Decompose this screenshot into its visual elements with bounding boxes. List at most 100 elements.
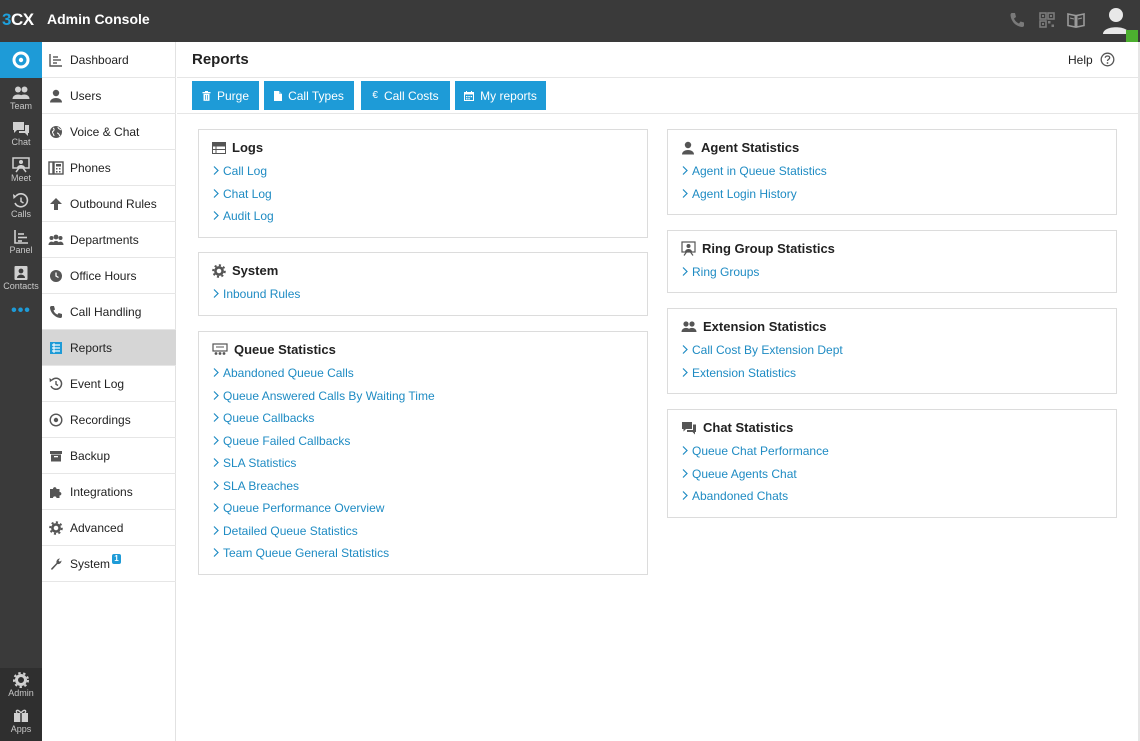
purge-button[interactable]: Purge (192, 81, 259, 110)
queue-statistics-title-text: Queue Statistics (234, 342, 336, 357)
logo-cx: CX (10, 10, 34, 29)
call-costs-button[interactable]: € Call Costs (361, 81, 450, 110)
queue-statistics-links: Abandoned Queue Calls Queue Answered Cal… (213, 362, 435, 565)
nav-label-call-handling: Call Handling (70, 304, 142, 319)
link-call-log[interactable]: Call Log (213, 160, 274, 183)
rail-team[interactable]: Team (0, 82, 42, 118)
top-bar: 3CX Admin Console (0, 0, 1140, 42)
nav-item-office-hours[interactable]: Office Hours (42, 258, 176, 294)
chevron-right-icon (213, 479, 223, 493)
page-header: Reports Help (177, 42, 1140, 78)
book-icon[interactable] (1066, 10, 1086, 30)
link-queue-performance-overview[interactable]: Queue Performance Overview (213, 497, 435, 520)
more-icon[interactable]: ••• (0, 303, 42, 319)
nav-item-reports[interactable]: Reports (42, 330, 176, 366)
rail-apps[interactable]: Apps (0, 705, 42, 741)
link-audit-log[interactable]: Audit Log (213, 205, 274, 228)
nav-item-dashboard[interactable]: Dashboard (42, 42, 176, 78)
nav-label-event-log: Event Log (70, 376, 125, 391)
link-sla-breaches[interactable]: SLA Breaches (213, 475, 435, 498)
user-icon (682, 141, 694, 154)
chevron-right-icon (213, 209, 223, 223)
phone-device-icon (48, 160, 64, 175)
link-queue-chat-performance[interactable]: Queue Chat Performance (682, 440, 829, 463)
nav-item-backup[interactable]: Backup (42, 438, 176, 474)
link-sla-statistics[interactable]: SLA Statistics (213, 452, 435, 475)
link-abandoned-chats[interactable]: Abandoned Chats (682, 485, 829, 508)
link-agent-in-queue-statistics[interactable]: Agent in Queue Statistics (682, 160, 827, 183)
link-team-queue-general-statistics[interactable]: Team Queue General Statistics (213, 542, 435, 565)
nav-item-recordings[interactable]: Recordings (42, 402, 176, 438)
link-queue-agents-chat[interactable]: Queue Agents Chat (682, 463, 829, 486)
chevron-right-icon (213, 434, 223, 448)
logo[interactable]: 3CX (2, 10, 34, 30)
puzzle-icon (50, 486, 62, 498)
chevron-right-icon (213, 287, 223, 301)
notification-badge: 1 (112, 553, 122, 564)
rail-meet-label: Meet (10, 173, 31, 183)
logs-card: Logs Call Log Chat Log Audit Log (198, 129, 648, 238)
rail-panel[interactable]: Panel (0, 226, 42, 262)
chevron-right-icon (213, 501, 223, 515)
nav-item-outbound-rules[interactable]: Outbound Rules (42, 186, 176, 222)
link-text: Team Queue General Statistics (223, 546, 390, 561)
toolbar: Purge Call Types € Call Costs My reports (177, 78, 1140, 114)
nav-item-departments[interactable]: Departments (42, 222, 176, 258)
my-reports-button[interactable]: My reports (455, 81, 546, 110)
nav-item-phones[interactable]: Phones (42, 150, 176, 186)
nav-item-event-log[interactable]: Event Log (42, 366, 176, 402)
help-label: Help (1068, 52, 1093, 67)
link-chat-log[interactable]: Chat Log (213, 183, 274, 206)
rail-admin[interactable]: Admin (0, 669, 42, 705)
link-abandoned-queue-calls[interactable]: Abandoned Queue Calls (213, 362, 435, 385)
chevron-right-icon (213, 411, 223, 425)
nav-label-voice-chat: Voice & Chat (70, 124, 140, 139)
status-indicator (1126, 30, 1138, 42)
globe-icon (50, 125, 62, 138)
rail-calls[interactable]: Calls (0, 190, 42, 226)
ring-group-statistics-title-text: Ring Group Statistics (702, 241, 835, 256)
nav-item-advanced[interactable]: Advanced (42, 510, 176, 546)
chevron-right-icon (213, 164, 223, 178)
home-button[interactable] (0, 42, 42, 78)
link-text: Queue Callbacks (223, 411, 315, 426)
rail-meet[interactable]: Meet (0, 154, 42, 190)
team-icon (681, 321, 697, 332)
extension-statistics-links: Call Cost By Extension Dept Extension St… (682, 339, 843, 384)
nav-label-system: System 1 (70, 553, 122, 571)
list-icon (212, 141, 226, 154)
file-icon (274, 90, 283, 101)
help-button[interactable]: Help (1068, 52, 1115, 67)
rail-chat[interactable]: Chat (0, 118, 42, 154)
nav-item-system[interactable]: System 1 (42, 546, 176, 582)
link-agent-login-history[interactable]: Agent Login History (682, 183, 827, 206)
chevron-right-icon (213, 389, 223, 403)
call-types-button[interactable]: Call Types (264, 81, 354, 110)
link-queue-answered-calls-by-waiting-time[interactable]: Queue Answered Calls By Waiting Time (213, 385, 435, 408)
link-text: Agent in Queue Statistics (692, 164, 827, 179)
ring-group-icon (681, 241, 696, 256)
qr-code-icon[interactable] (1037, 10, 1057, 30)
link-audit-log-text: Audit Log (223, 209, 274, 224)
rail-apps-label: Apps (10, 724, 32, 734)
link-ring-groups[interactable]: Ring Groups (682, 261, 759, 284)
phone-icon[interactable] (1007, 10, 1027, 30)
nav-item-integrations[interactable]: Integrations (42, 474, 176, 510)
help-circle-icon (1100, 52, 1115, 67)
arrow-up-icon (50, 197, 62, 210)
agent-statistics-links: Agent in Queue Statistics Agent Login Hi… (682, 160, 827, 205)
link-queue-failed-callbacks[interactable]: Queue Failed Callbacks (213, 430, 435, 453)
rail-contacts[interactable]: Contacts (0, 262, 42, 298)
link-extension-statistics[interactable]: Extension Statistics (682, 362, 843, 385)
nav-item-users[interactable]: Users (42, 78, 176, 114)
nav-item-call-handling[interactable]: Call Handling (42, 294, 176, 330)
nav-item-voice-chat[interactable]: Voice & Chat (42, 114, 176, 150)
chat-statistics-title: Chat Statistics (681, 420, 793, 435)
link-inbound-rules[interactable]: Inbound Rules (213, 283, 300, 306)
link-detailed-queue-statistics[interactable]: Detailed Queue Statistics (213, 520, 435, 543)
nav-label-advanced: Advanced (70, 520, 124, 535)
system-title-text: System (232, 263, 279, 278)
link-queue-callbacks[interactable]: Queue Callbacks (213, 407, 435, 430)
user-icon (50, 89, 62, 102)
link-call-cost-by-extension-dept[interactable]: Call Cost By Extension Dept (682, 339, 843, 362)
